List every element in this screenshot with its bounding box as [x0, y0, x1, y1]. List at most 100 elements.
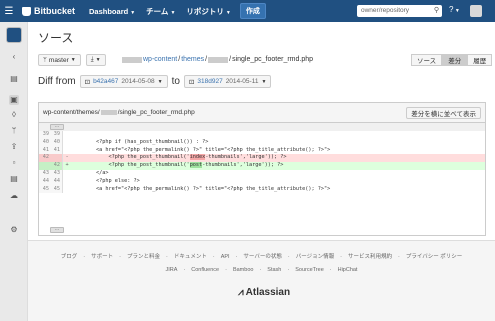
footer-link[interactable]: サポート [91, 254, 113, 260]
old-line-number: 45 [39, 185, 51, 194]
footer-link[interactable]: Confluence [191, 267, 219, 273]
separator: · [340, 254, 342, 260]
source-icon[interactable]: ▣ [9, 95, 19, 105]
footer-link[interactable]: Stash [267, 267, 281, 273]
nav-dashboard[interactable]: Dashboard ▼ [89, 7, 135, 16]
footer-link[interactable]: SourceTree [295, 267, 324, 273]
help-icon[interactable]: ? ▼ [449, 5, 460, 14]
changed-word: post [189, 162, 203, 169]
context-line: 43 43 </a> [39, 169, 485, 178]
repo-sidebar: ‹ ▤ ▣ ◊ ᛘ ⇪ ▫ ▤ ☁ ⚙ [0, 22, 28, 321]
separator: · [287, 254, 290, 260]
chevron-down-icon: ▼ [225, 9, 231, 16]
issues-icon[interactable]: ▫ [9, 158, 19, 168]
context-line: 40 40 <?php if (has_post_thumbnail()) : ?… [39, 138, 485, 147]
nav-teams[interactable]: チーム ▼ [146, 6, 175, 17]
main-content: ソース ᛘ master ▼ ⤓ ▼ wp-content / themes /… [28, 22, 495, 240]
code-text: <?php if (has_post_thumbnail()) : ?> [71, 138, 209, 145]
expand-icon[interactable]: ··· [50, 227, 64, 233]
create-button[interactable]: 作成 [239, 3, 266, 19]
search-input[interactable]: owner/repository ⚲ [357, 5, 442, 17]
commits-icon[interactable]: ◊ [9, 110, 19, 120]
breadcrumb-themes[interactable]: themes [181, 56, 204, 63]
branch-icon: ᛘ [43, 56, 47, 64]
footer-link[interactable]: プライバシー ポリシー [406, 254, 462, 260]
top-nav-bar: ☰ Bitbucket Dashboard ▼ チーム ▼ リポジトリ ▼ 作成 ow… [0, 0, 495, 22]
old-line-number: 42 [39, 154, 51, 163]
diff-sign: + [65, 162, 69, 169]
branch-name: master [48, 56, 69, 64]
diff-file-header: wp-content/themes/ /single_pc_footer_rmd… [39, 103, 485, 123]
chevron-down-icon: ▼ [157, 78, 163, 85]
breadcrumb-file: single_pc_footer_rmd.php [232, 56, 314, 63]
footer-link[interactable]: サーバーの状態 [243, 254, 281, 260]
footer-link[interactable]: ブログ [61, 254, 78, 260]
tab-history[interactable]: 履歴 [467, 54, 493, 66]
commit-icon: ⊡ [188, 78, 195, 86]
footer-link[interactable]: プランと料金 [127, 254, 160, 260]
old-line-number: 43 [39, 169, 51, 178]
new-line-number: 40 [51, 138, 63, 147]
footer-product-links: JIRA · Confluence · Bamboo · Stash · SourceTree ·… [28, 267, 495, 273]
chevron-down-icon: ▼ [95, 57, 101, 63]
tab-diff[interactable]: 差分 [442, 54, 468, 66]
menu-icon[interactable]: ☰ [0, 0, 18, 22]
side-by-side-button[interactable]: 差分を横に並べて表示 [406, 107, 481, 119]
from-commit-date: 2014-05-08 [121, 78, 155, 85]
redacted-text [100, 110, 117, 115]
bitbucket-logo[interactable]: Bitbucket [22, 6, 75, 16]
chevron-down-icon: ▼ [261, 78, 267, 85]
overview-icon[interactable]: ▤ [9, 74, 19, 84]
avatar[interactable] [470, 5, 482, 17]
branches-icon[interactable]: ᛘ [9, 126, 19, 136]
new-line-number [51, 154, 63, 163]
code-text: <?php the_post_thumbnail('post-thumbnail… [71, 162, 283, 170]
nav-repositories[interactable]: リポジトリ ▼ [186, 6, 230, 17]
chevron-down-icon: ▼ [170, 9, 176, 16]
footer-link[interactable]: サービス利用規約 [348, 254, 392, 260]
new-line-number: 44 [51, 177, 63, 186]
to-commit-date: 2014-05-11 [225, 78, 259, 85]
footer-link[interactable]: バージョン情報 [296, 254, 334, 260]
footer-link[interactable]: JIRA [166, 267, 178, 273]
chevron-left-icon[interactable]: ‹ [9, 52, 19, 62]
download-button[interactable]: ⤓ ▼ [85, 54, 106, 66]
source-toolbar: ᛘ master ▼ ⤓ ▼ [38, 54, 106, 66]
footer-link[interactable]: API [221, 254, 230, 260]
atlassian-icon: ⩘ [238, 287, 244, 298]
separator: · [329, 267, 332, 273]
branch-selector[interactable]: ᛘ master ▼ [38, 54, 81, 66]
footer-links: ブログ · サポート · プランと料金 · ドキュメント · API · サーバーの状態 · バージョン… [28, 252, 495, 260]
from-commit-selector[interactable]: ⊡ b42a467 2014-05-08 ▼ [79, 75, 168, 88]
to-commit-selector[interactable]: ⊡ 318d927 2014-05-11 ▼ [183, 75, 272, 88]
footer-link[interactable]: HipChat [338, 267, 358, 273]
repository-avatar-icon[interactable] [6, 27, 22, 43]
old-line-number: 44 [39, 177, 51, 186]
breadcrumb-wp-content[interactable]: wp-content [143, 56, 177, 63]
separator: · [212, 254, 215, 260]
to-label: to [171, 76, 180, 87]
page-title: ソース [38, 31, 74, 45]
diff-from-label: Diff from [38, 76, 76, 87]
separator: · [119, 254, 121, 260]
footer-link[interactable]: Bamboo [233, 267, 254, 273]
downloads-icon[interactable]: ☁ [9, 191, 19, 201]
search-placeholder: owner/repository [361, 7, 410, 14]
pull-requests-icon[interactable]: ⇪ [9, 142, 19, 152]
redacted-text [208, 56, 229, 63]
code-text: </a> [71, 169, 109, 176]
code-segment: <?php the_post_thumbnail(' [71, 154, 190, 161]
context-line: 45 45 <a href="<?php the_permalink() ?>" … [39, 185, 485, 194]
search-icon: ⚲ [433, 7, 439, 14]
tab-source[interactable]: ソース [411, 54, 443, 66]
separator: · [287, 267, 290, 273]
footer-link[interactable]: ドキュメント [174, 254, 207, 260]
code-text: <?php the_post_thumbnail('index-thumbnai… [71, 154, 287, 162]
settings-gear-icon[interactable]: ⚙ [9, 225, 19, 235]
separator: · [397, 254, 400, 260]
breadcrumb: wp-content / themes / / single_pc_footer… [122, 56, 313, 63]
wiki-icon[interactable]: ▤ [9, 174, 19, 184]
file-path-suffix: /single_pc_footer_rmd.php [117, 109, 195, 116]
expand-icon[interactable]: ··· [50, 124, 64, 130]
page-footer: ブログ · サポート · プランと料金 · ドキュメント · API · サーバーの状態 · バージョン… [28, 240, 495, 321]
